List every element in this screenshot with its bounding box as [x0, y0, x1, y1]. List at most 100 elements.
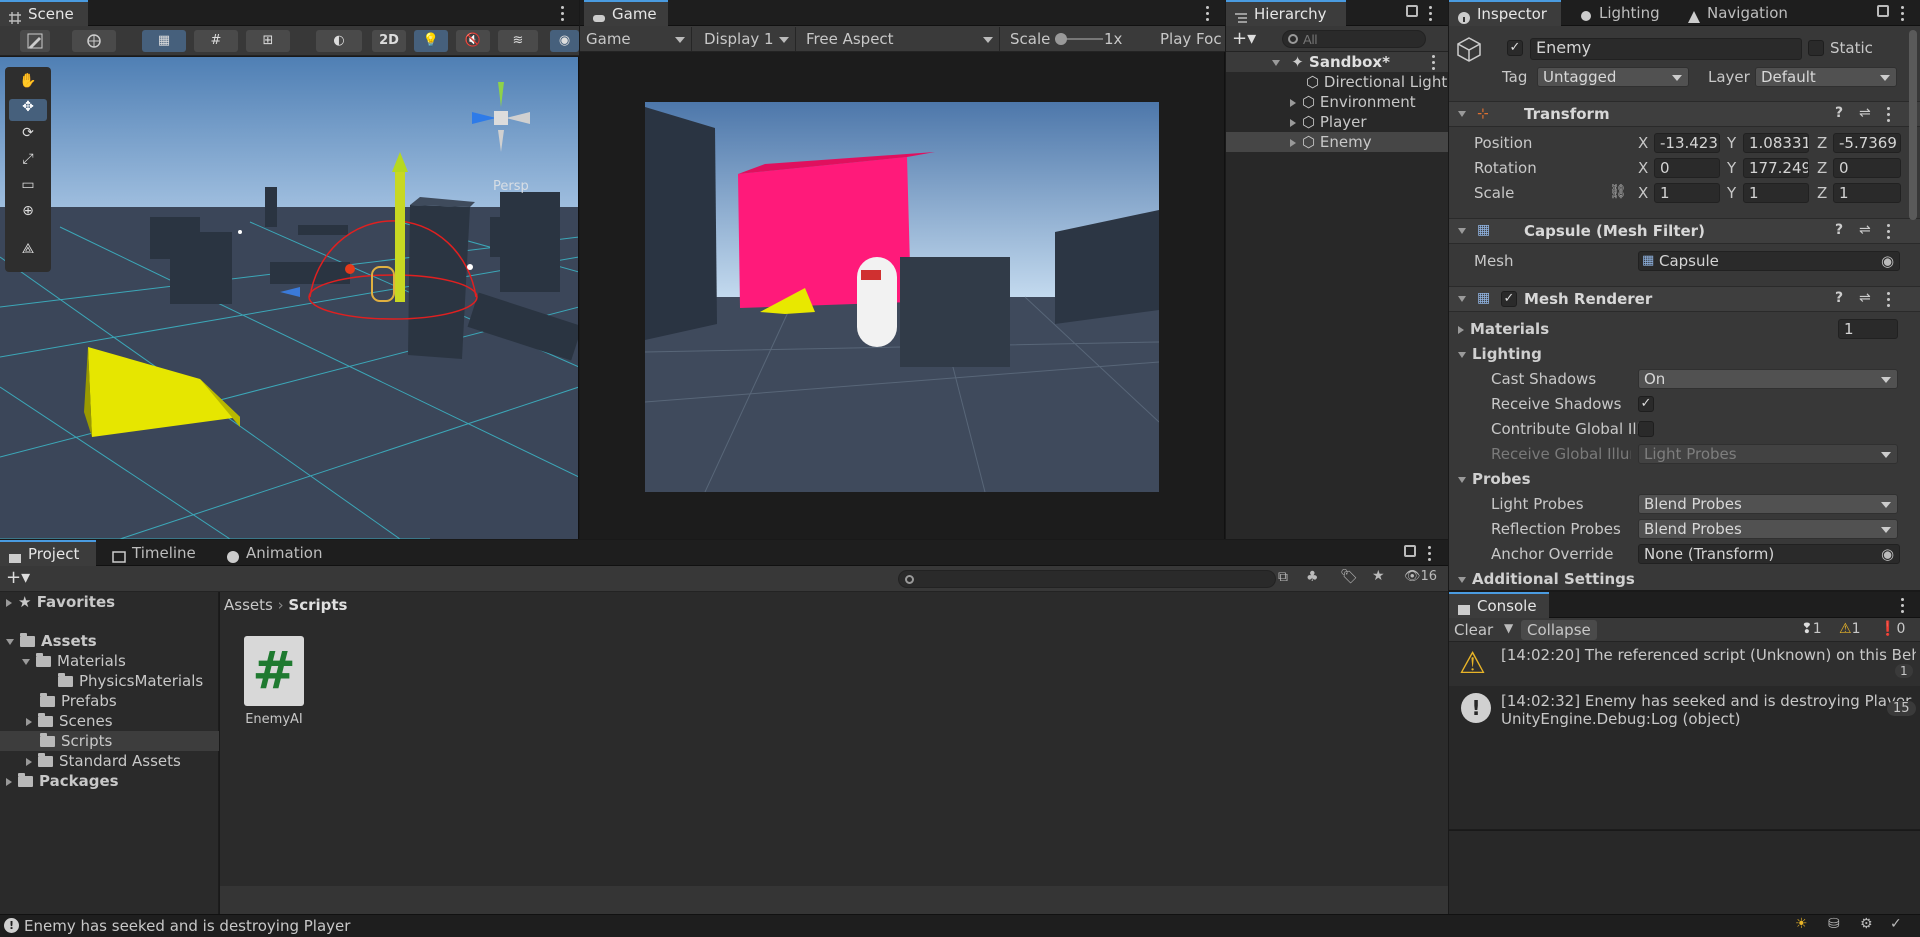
project-menu-button[interactable]: [1428, 546, 1432, 562]
tree-favorites[interactable]: ★ Favorites: [0, 592, 115, 612]
object-picker-icon[interactable]: ◉: [1881, 545, 1894, 563]
help-icon[interactable]: ?: [1835, 290, 1843, 306]
expand-arrow-icon[interactable]: [1290, 138, 1296, 147]
mesh-filter-header[interactable]: ▦ Capsule (Mesh Filter) ? ⇌: [1449, 218, 1920, 244]
tree-packages[interactable]: Packages: [0, 771, 119, 791]
rotate-tool-icon[interactable]: ⟳: [9, 125, 47, 147]
auto-generate-icon[interactable]: ✓: [1890, 916, 1902, 932]
effects-toggle-icon[interactable]: ≋: [498, 30, 538, 52]
expand-arrow-icon[interactable]: [22, 658, 30, 665]
expand-arrow-icon[interactable]: [26, 757, 32, 766]
scene-root-row[interactable]: ✦ Sandbox*: [1226, 52, 1448, 72]
light-probes-select[interactable]: Blend Probes: [1638, 494, 1898, 514]
rect-tool-icon[interactable]: ▭: [9, 177, 47, 199]
render-mode-button[interactable]: ◐: [316, 30, 362, 52]
hidden-packages-icon[interactable]: 👁16: [1404, 569, 1437, 584]
inspector-scrollbar[interactable]: [1909, 30, 1917, 220]
breadcrumb-assets[interactable]: Assets: [224, 596, 273, 614]
expand-arrow-icon[interactable]: [1458, 476, 1466, 483]
lock-icon[interactable]: [1877, 5, 1889, 17]
scale-y-field[interactable]: 1: [1743, 183, 1809, 203]
hand-tool-icon[interactable]: ✋: [9, 73, 47, 95]
tab-timeline[interactable]: Timeline: [104, 540, 206, 566]
hierarchy-item[interactable]: ⬡ Directional Light: [1226, 72, 1448, 92]
tree-materials[interactable]: Materials: [0, 651, 126, 671]
contribute-gi-checkbox[interactable]: [1638, 421, 1654, 437]
console-entry[interactable]: ! [14:02:32] Enemy has seeked and is des…: [1449, 687, 1920, 733]
static-checkbox[interactable]: [1808, 40, 1824, 56]
expand-arrow-icon[interactable]: [6, 598, 12, 607]
tree-scenes[interactable]: Scenes: [0, 711, 113, 731]
game-viewport[interactable]: [580, 52, 1225, 539]
hierarchy-menu-button[interactable]: [1429, 6, 1433, 22]
info-count-toggle[interactable]: ❢1: [1801, 621, 1822, 637]
cache-server-icon[interactable]: ⛁: [1828, 916, 1840, 932]
mesh-object-field[interactable]: ▦ Capsule ◉: [1638, 251, 1900, 271]
filter-by-type-icon[interactable]: ♣: [1306, 569, 1319, 585]
tab-navigation[interactable]: Navigation: [1679, 0, 1798, 26]
scale-tool-icon[interactable]: ⤢: [9, 151, 47, 173]
hidden-objects-icon[interactable]: ◉: [550, 30, 579, 52]
component-menu[interactable]: [1887, 292, 1891, 308]
audio-toggle-icon[interactable]: 🔇: [456, 30, 490, 52]
position-x-field[interactable]: -13.423: [1654, 133, 1720, 153]
lighting-foldout[interactable]: Lighting: [1458, 345, 1542, 363]
scale-x-field[interactable]: 1: [1654, 183, 1720, 203]
lock-icon[interactable]: [1406, 5, 1418, 17]
receive-shadows-checkbox[interactable]: ✓: [1638, 396, 1654, 412]
hierarchy-item[interactable]: ⬡ Player: [1226, 112, 1448, 132]
additional-settings-foldout[interactable]: Additional Settings: [1458, 570, 1635, 588]
preset-icon[interactable]: ⇌: [1859, 105, 1871, 121]
play-focused-toggle[interactable]: Play Foc: [1160, 30, 1222, 48]
object-picker-icon[interactable]: ◉: [1881, 252, 1894, 270]
warning-count-toggle[interactable]: ⚠1: [1839, 621, 1860, 637]
rotation-y-field[interactable]: 177.249: [1743, 158, 1809, 178]
anchor-override-field[interactable]: None (Transform) ◉: [1638, 544, 1900, 564]
object-name-field[interactable]: Enemy: [1530, 38, 1802, 60]
tab-inspector[interactable]: Inspector: [1449, 0, 1561, 26]
layer-select[interactable]: Default: [1755, 67, 1897, 87]
component-menu[interactable]: [1887, 107, 1891, 123]
move-tool-icon[interactable]: ✥: [9, 99, 47, 121]
inspector-menu-button[interactable]: [1901, 6, 1905, 22]
tab-console[interactable]: Console: [1449, 592, 1549, 618]
aspect-select[interactable]: Free Aspect: [800, 27, 1000, 51]
collapse-button[interactable]: Collapse: [1521, 620, 1597, 640]
expand-arrow-icon[interactable]: [1458, 325, 1464, 334]
scale-z-field[interactable]: 1: [1833, 183, 1901, 203]
persp-label[interactable]: Persp: [493, 179, 529, 194]
orientation-gizmo[interactable]: [460, 72, 540, 162]
progress-icon[interactable]: ☀: [1795, 916, 1808, 932]
scene-viewport[interactable]: ✋ ✥ ⟳ ⤢ ▭ ⊕ ⟁ Persp: [0, 57, 579, 539]
grid-snap-button[interactable]: ▦: [142, 30, 186, 52]
grid-visibility-button[interactable]: #: [194, 30, 238, 52]
rotation-x-field[interactable]: 0: [1654, 158, 1720, 178]
tab-animation[interactable]: Animation: [218, 540, 332, 566]
lighting-toggle-icon[interactable]: 💡: [414, 30, 448, 52]
expand-arrow-icon[interactable]: [1458, 228, 1466, 234]
tree-prefabs[interactable]: Prefabs: [0, 691, 117, 711]
lock-icon[interactable]: [1404, 545, 1416, 557]
mesh-renderer-header[interactable]: ▦ ✓ Mesh Renderer ? ⇌: [1449, 286, 1920, 312]
favorite-star-icon[interactable]: ★: [1372, 568, 1385, 584]
expand-arrow-icon[interactable]: [26, 717, 32, 726]
status-message[interactable]: Enemy has seeked and is destroying Playe…: [24, 917, 350, 935]
increment-snap-button[interactable]: ⊞: [246, 30, 290, 52]
expand-arrow-icon[interactable]: [6, 777, 12, 786]
expand-arrow-icon[interactable]: [1458, 111, 1466, 117]
help-icon[interactable]: ?: [1835, 222, 1843, 238]
tag-select[interactable]: Untagged: [1537, 67, 1689, 87]
scene-menu-button[interactable]: [561, 6, 565, 22]
position-z-field[interactable]: -5.7369: [1833, 133, 1901, 153]
expand-arrow-icon[interactable]: [1458, 351, 1466, 358]
enabled-checkbox[interactable]: ✓: [1501, 291, 1517, 307]
expand-arrow-icon[interactable]: [6, 638, 14, 645]
materials-count-field[interactable]: 1: [1838, 319, 1898, 339]
hierarchy-item-selected[interactable]: ⬡ Enemy: [1226, 132, 1448, 152]
expand-arrow-icon[interactable]: [1272, 59, 1280, 66]
display-select[interactable]: Display 1: [698, 27, 796, 51]
tab-game[interactable]: Game: [584, 0, 668, 26]
project-search-input[interactable]: [898, 570, 1276, 588]
tab-project[interactable]: Project: [0, 540, 96, 566]
error-count-toggle[interactable]: ❗0: [1879, 621, 1905, 637]
